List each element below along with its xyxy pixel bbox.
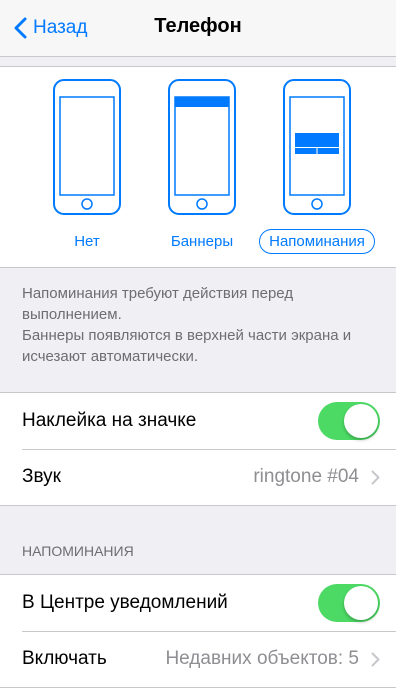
navigation-bar: Назад Телефон [0,0,396,57]
alerts-description: Напоминания требуют действия перед выпол… [22,285,294,323]
include-value: Недавних объектов: 5 [165,648,359,669]
sound-label: Звук [22,466,61,487]
alert-style-alerts-label: Напоминания [259,229,375,254]
sound-row[interactable]: Звук ringtone #04 [0,449,396,505]
alert-style-banners-label: Баннеры [170,233,234,250]
toggle-knob [344,404,378,438]
chevron-right-icon [371,470,380,484]
badge-toggle[interactable] [318,402,380,440]
sound-value: ringtone #04 [253,466,359,487]
alert-style-picker: Нет Баннеры Напоминания [0,66,396,268]
alert-style-banners[interactable]: Баннеры [142,79,262,254]
badge-row: Наклейка на значке [0,393,396,449]
chevron-right-icon [371,652,380,666]
alert-style-description: Напоминания требуют действия перед выпол… [22,283,382,367]
phone-none-icon [53,79,121,215]
alert-style-none-label: Нет [74,233,100,250]
badge-label: Наклейка на значке [22,410,197,431]
phone-alert-icon [283,79,351,215]
include-row[interactable]: Включать Недавних объектов: 5 [0,631,396,687]
alert-style-alerts[interactable]: Напоминания [257,79,377,254]
toggle-knob [344,586,378,620]
page-title: Телефон [154,15,242,37]
badge-sound-group: Наклейка на значке Звук ringtone #04 [0,392,396,506]
notification-center-toggle[interactable] [318,584,380,622]
notification-center-group: В Центре уведомлений Включать Недавних о… [0,574,396,688]
notification-center-row: В Центре уведомлений [0,575,396,631]
include-label: Включать [22,648,107,669]
phone-banner-icon [168,79,236,215]
banners-description: Баннеры появляются в верхней части экран… [22,327,352,365]
alert-style-none[interactable]: Нет [27,79,147,254]
notification-center-label: В Центре уведомлений [22,592,228,613]
section-header: НАПОМИНАНИЯ [22,543,134,559]
